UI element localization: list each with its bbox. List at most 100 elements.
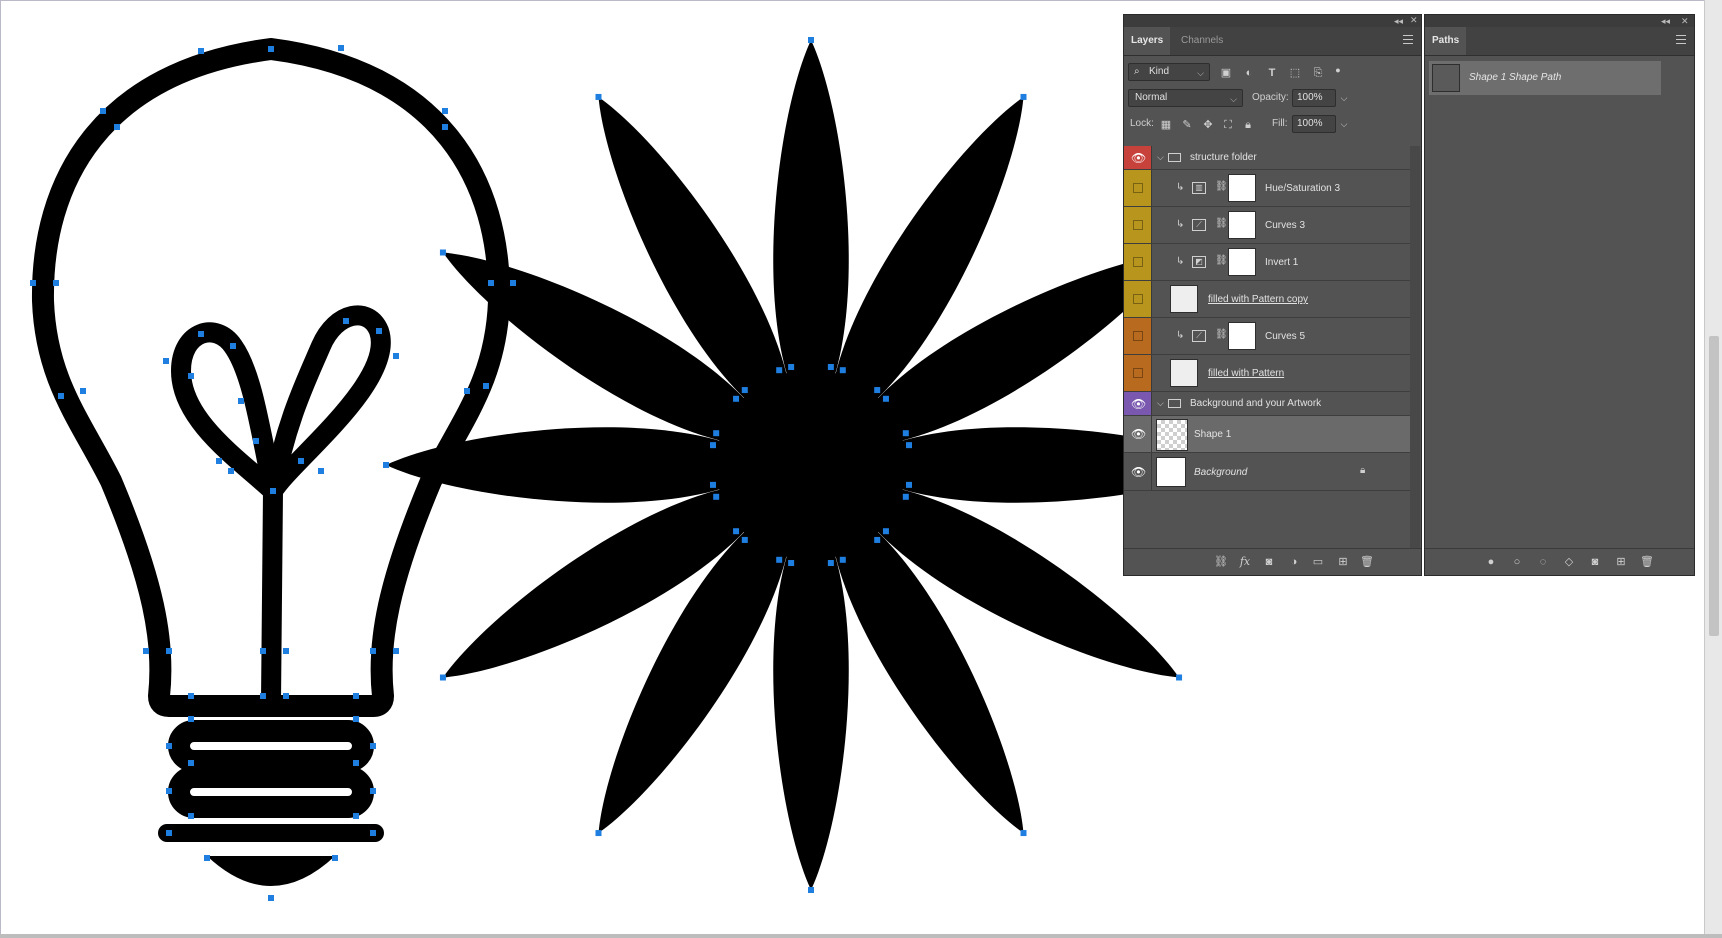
layer-visibility-toggle[interactable] — [1124, 281, 1152, 317]
fill-path-icon[interactable]: ● — [1483, 555, 1499, 569]
anchor-point[interactable] — [188, 716, 194, 722]
path-row-shape-1-shape-path[interactable]: Shape 1 Shape Path — [1429, 61, 1661, 95]
pixel-filter-icon[interactable]: ▣ — [1218, 66, 1234, 80]
eye-icon[interactable]: 👁︎ — [1131, 397, 1146, 411]
anchor-point[interactable] — [882, 395, 889, 402]
anchor-point[interactable] — [439, 674, 446, 681]
anchor-point[interactable] — [776, 556, 783, 563]
anchor-point[interactable] — [260, 693, 266, 699]
layer-visibility-toggle[interactable] — [1124, 244, 1152, 280]
anchor-point[interactable] — [902, 430, 909, 437]
anchor-point[interactable] — [393, 648, 399, 654]
filter-toggle-icon[interactable]: ● — [1330, 63, 1346, 77]
anchor-point[interactable] — [353, 813, 359, 819]
anchor-point[interactable] — [100, 108, 106, 114]
anchor-point[interactable] — [353, 716, 359, 722]
adjustment-filter-icon[interactable]: ◐ — [1241, 66, 1257, 80]
anchor-point[interactable] — [595, 830, 602, 837]
anchor-point[interactable] — [283, 693, 289, 699]
anchor-point[interactable] — [906, 481, 913, 488]
anchor-point[interactable] — [204, 855, 210, 861]
scrollbar-thumb[interactable] — [1709, 336, 1719, 636]
smart-object-filter-icon[interactable]: ⎘ — [1310, 66, 1326, 80]
layer-visibility-toggle[interactable]: 👁︎ — [1124, 146, 1152, 169]
anchor-point[interactable] — [370, 648, 376, 654]
anchor-point[interactable] — [874, 387, 881, 394]
anchor-point[interactable] — [318, 468, 324, 474]
anchor-point[interactable] — [163, 358, 169, 364]
anchor-point[interactable] — [808, 37, 814, 43]
anchor-point[interactable] — [882, 528, 889, 535]
anchor-point[interactable] — [353, 693, 359, 699]
new-layer-icon[interactable]: ⊞ — [1335, 555, 1351, 569]
anchor-point[interactable] — [376, 328, 382, 334]
anchor-point[interactable] — [188, 373, 194, 379]
anchor-point[interactable] — [188, 693, 194, 699]
anchor-point[interactable] — [713, 430, 720, 437]
tab-channels[interactable]: Channels — [1174, 27, 1230, 55]
eye-icon[interactable]: 👁︎ — [1131, 465, 1146, 479]
anchor-point[interactable] — [1176, 674, 1183, 681]
anchor-point[interactable] — [902, 493, 909, 500]
anchor-point[interactable] — [788, 560, 795, 567]
anchor-point[interactable] — [709, 442, 716, 449]
anchor-point[interactable] — [439, 249, 446, 256]
panel-menu-icon[interactable] — [1676, 35, 1686, 44]
canvas-vertical-scrollbar[interactable] — [1704, 0, 1722, 934]
anchor-point[interactable] — [488, 280, 494, 286]
anchor-point[interactable] — [353, 760, 359, 766]
link-chain-icon[interactable]: ⛓︎ — [1215, 218, 1228, 229]
layer-row-filled-with-pattern[interactable]: filled with Pattern — [1124, 355, 1410, 392]
layer-visibility-toggle[interactable] — [1124, 355, 1152, 391]
lock-artboard-icon[interactable]: ⛶ — [1220, 118, 1236, 132]
anchor-point[interactable] — [483, 383, 489, 389]
anchor-point[interactable] — [733, 395, 740, 402]
anchor-point[interactable] — [238, 398, 244, 404]
add-mask-icon[interactable]: ◙ — [1587, 555, 1603, 569]
link-layers-icon[interactable]: ⛓︎ — [1213, 555, 1229, 569]
anchor-point[interactable] — [268, 895, 274, 901]
layers-scrollbar[interactable] — [1410, 146, 1420, 548]
anchor-point[interactable] — [166, 830, 172, 836]
anchor-point[interactable] — [370, 788, 376, 794]
anchor-point[interactable] — [198, 331, 204, 337]
panel-menu-icon[interactable] — [1403, 35, 1413, 44]
anchor-point[interactable] — [741, 536, 748, 543]
anchor-point[interactable] — [188, 813, 194, 819]
trash-icon[interactable]: 🗑︎ — [1359, 555, 1375, 569]
anchor-point[interactable] — [230, 343, 236, 349]
anchor-point[interactable] — [198, 48, 204, 54]
anchor-point[interactable] — [166, 743, 172, 749]
layer-visibility-toggle[interactable] — [1124, 318, 1152, 354]
add-mask-icon[interactable]: ◙ — [1261, 555, 1277, 569]
anchor-point[interactable] — [776, 367, 783, 374]
layer-row-background-and-your-artwork[interactable]: 👁︎ ⌵ Background and your Artwork — [1124, 392, 1410, 416]
layer-mask-thumbnail[interactable] — [1228, 174, 1256, 202]
tab-paths[interactable]: Paths — [1425, 27, 1467, 55]
anchor-point[interactable] — [332, 855, 338, 861]
anchor-point[interactable] — [166, 788, 172, 794]
anchor-point[interactable] — [595, 93, 602, 100]
opacity-input[interactable]: 100% — [1292, 89, 1336, 107]
link-chain-icon[interactable]: ⛓︎ — [1215, 255, 1228, 266]
anchor-point[interactable] — [338, 45, 344, 51]
anchor-point[interactable] — [253, 438, 259, 444]
anchor-point[interactable] — [370, 743, 376, 749]
anchor-point[interactable] — [143, 648, 149, 654]
tab-layers[interactable]: Layers — [1124, 27, 1171, 55]
anchor-point[interactable] — [30, 280, 36, 286]
anchor-point[interactable] — [343, 318, 349, 324]
layer-visibility-toggle[interactable] — [1124, 170, 1152, 206]
layer-visibility-toggle[interactable]: 👁︎ — [1124, 416, 1152, 452]
anchor-point[interactable] — [1020, 830, 1027, 837]
anchor-point[interactable] — [80, 388, 86, 394]
anchor-point[interactable] — [268, 46, 274, 52]
anchor-point[interactable] — [53, 280, 59, 286]
layer-thumbnail[interactable] — [1156, 457, 1186, 487]
close-icon[interactable]: ✕ — [1410, 14, 1418, 26]
layer-row-shape-1[interactable]: 👁︎ Shape 1 — [1124, 416, 1410, 453]
stroke-path-icon[interactable]: ○ — [1509, 555, 1525, 569]
lock-transparent-icon[interactable]: ▦ — [1158, 118, 1174, 132]
lock-pixels-brush-icon[interactable]: ✎ — [1179, 118, 1195, 132]
anchor-point[interactable] — [874, 536, 881, 543]
